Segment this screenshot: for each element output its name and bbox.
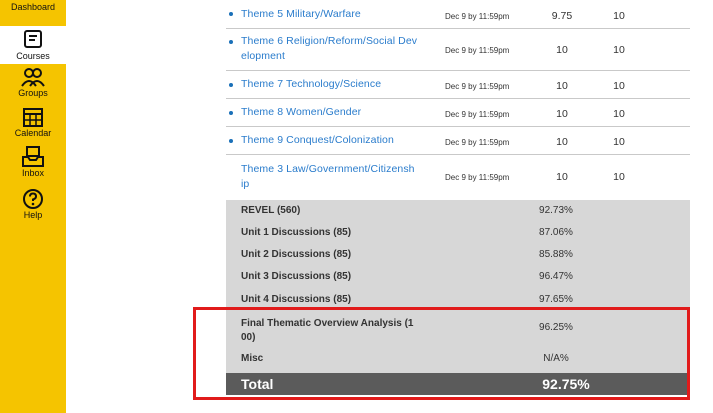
group-percent: 92.73% [539,205,573,216]
assignment-score: 9.75 [551,10,573,22]
calendar-icon [23,108,43,127]
group-percent: N/A% [543,353,569,364]
group-name: REVEL (560) [241,205,301,216]
assignment-due: Dec 9 by 11:59pm [445,12,510,21]
global-nav-sidebar: Dashboard Courses Groups Calendar Inbox … [0,0,66,413]
assignment-row: Theme 7 Technology/Science Dec 9 by 11:5… [226,71,690,99]
group-percent: 85.88% [539,249,573,260]
assignment-row: Theme 9 Conquest/Colonization Dec 9 by 1… [226,127,690,155]
assignment-possible: 10 [613,136,625,148]
nav-dashboard[interactable]: Dashboard [0,0,66,16]
group-row: Unit 2 Discussions (85) 85.88% [226,244,690,266]
nav-calendar-label: Calendar [14,128,52,138]
assignment-possible: 10 [613,171,625,183]
assignment-possible: 10 [613,108,625,120]
group-row: Unit 3 Discussions (85) 96.47% [226,266,690,288]
assignment-score: 10 [556,44,568,56]
nav-groups[interactable]: Groups [0,66,66,106]
grades-table: Theme 5 Military/Warfare Dec 9 by 11:59p… [226,0,690,413]
group-name: Unit 4 Discussions (85) [241,294,352,305]
assignment-score: 10 [556,171,568,183]
assignment-due: Dec 9 by 11:59pm [445,46,510,55]
bullet-icon [229,139,233,143]
assignment-due: Dec 9 by 11:59pm [445,138,510,147]
assignment-possible: 10 [613,44,625,56]
assignment-link[interactable]: Theme 8 Women/Gender [241,105,436,120]
assignment-link-line2: ip [241,178,250,190]
assignment-row: Theme 3 Law/Government/Citizensh ip Dec … [226,155,690,200]
assignment-score: 10 [556,136,568,148]
assignment-score: 10 [556,80,568,92]
bullet-icon [229,12,233,16]
nav-courses[interactable]: Courses [0,26,66,64]
bullet-icon [229,40,233,44]
group-name: Unit 2 Discussions (85) [241,249,352,260]
group-name-line1: Final Thematic Overview Analysis (1 [241,318,414,329]
total-row: Total 92.75% [226,373,690,395]
group-name-line2: 00) [241,332,256,343]
assignment-possible: 10 [613,10,625,22]
group-percent: 97.65% [539,294,573,305]
assignment-due: Dec 9 by 11:59pm [445,173,510,182]
assignment-row: Theme 6 Religion/Reform/Social Dev elopm… [226,29,690,71]
assignment-due: Dec 9 by 11:59pm [445,82,510,91]
group-row: Misc N/A% [226,348,690,372]
help-icon [23,189,43,209]
assignment-link-line2: elopment [241,50,285,62]
group-percent: 96.47% [539,271,573,282]
assignment-row: Theme 5 Military/Warfare Dec 9 by 11:59p… [226,0,690,29]
assignment-score: 10 [556,108,568,120]
group-percent: 96.25% [539,322,573,333]
groups-icon [21,68,45,87]
group-percent: 87.06% [539,227,573,238]
assignment-link[interactable]: Theme 7 Technology/Science [241,77,436,92]
assignment-link-line1: Theme 3 Law/Government/Citizensh [241,163,415,175]
nav-calendar[interactable]: Calendar [0,106,66,146]
bullet-icon [229,83,233,87]
assignment-link[interactable]: Theme 5 Military/Warfare [241,7,436,22]
courses-icon [24,30,42,48]
assignment-due: Dec 9 by 11:59pm [445,110,510,119]
assignment-row: Theme 8 Women/Gender Dec 9 by 11:59pm 10… [226,99,690,127]
nav-inbox[interactable]: Inbox [0,146,66,186]
nav-help-label: Help [23,210,43,220]
assignment-link[interactable]: Theme 9 Conquest/Colonization [241,133,436,148]
bullet-icon [229,111,233,115]
nav-dashboard-label: Dashboard [10,2,56,12]
assignment-link-line1: Theme 6 Religion/Reform/Social Dev [241,35,418,47]
group-row: Final Thematic Overview Analysis (1 00) … [226,312,690,348]
group-name: Unit 1 Discussions (85) [241,227,352,238]
nav-courses-label: Courses [16,51,50,61]
nav-inbox-label: Inbox [21,168,45,178]
group-name: Unit 3 Discussions (85) [241,271,352,282]
total-label: Total [241,376,274,392]
nav-groups-label: Groups [18,88,48,98]
group-name: Final Thematic Overview Analysis (1 00) [241,317,451,345]
group-summary: REVEL (560) 92.73% Unit 1 Discussions (8… [226,200,690,373]
group-row: REVEL (560) 92.73% [226,200,690,222]
assignment-possible: 10 [613,80,625,92]
group-row: Unit 4 Discussions (85) 97.65% [226,288,690,312]
inbox-icon [22,146,44,167]
total-percent: 92.75% [542,376,590,392]
group-name: Misc [241,353,264,364]
assignment-link[interactable]: Theme 6 Religion/Reform/Social Dev elopm… [241,34,436,64]
assignment-link[interactable]: Theme 3 Law/Government/Citizensh ip [241,162,436,192]
nav-help[interactable]: Help [0,188,66,228]
group-row: Unit 1 Discussions (85) 87.06% [226,222,690,244]
